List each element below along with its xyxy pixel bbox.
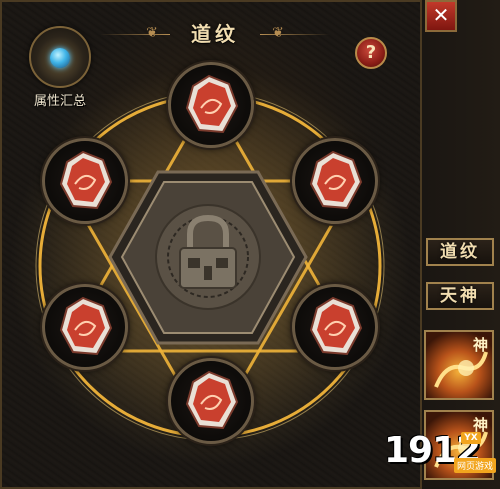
rune-crystal-icon [59, 296, 113, 356]
watermark-subtitle: 网页游戏 [454, 458, 497, 473]
god-card-1[interactable]: 神 [424, 330, 494, 400]
rune-crystal-icon [309, 150, 363, 210]
orb-gem [50, 48, 70, 68]
rune-crystal-icon [185, 370, 239, 430]
title-curl-right-icon: ❦ [272, 25, 284, 41]
close-button[interactable]: ✕ [425, 0, 457, 32]
rune-slot-bottom[interactable] [168, 358, 254, 444]
title-bar: ❦ 道纹 ❦ [100, 14, 330, 50]
title-ornament-right [260, 34, 330, 35]
rune-crystal-icon [185, 74, 239, 134]
rune-slot-upper-right[interactable] [292, 138, 378, 224]
watermark-badge: YX [461, 432, 481, 444]
god-card-label: 神 [472, 336, 488, 354]
center-lock[interactable] [108, 170, 308, 345]
title-curl-left-icon: ❦ [146, 25, 158, 41]
rune-slot-top[interactable] [168, 62, 254, 148]
rune-slot-upper-left[interactable] [42, 138, 128, 224]
rune-crystal-icon [59, 150, 113, 210]
rune-crystal-icon [309, 296, 363, 356]
tab-tianshen[interactable]: 天神 [426, 282, 494, 310]
attribute-summary-label: 属性汇总 [33, 94, 86, 109]
rune-slot-lower-right[interactable] [292, 284, 378, 370]
help-button[interactable]: ? [355, 37, 387, 69]
site-watermark: 1912 YX 网页游戏 [384, 420, 500, 482]
page-title: 道纹 [191, 21, 239, 46]
tab-daowen[interactable]: 道纹 [426, 238, 494, 266]
dragon-orb-icon [29, 26, 91, 88]
rune-slot-lower-left[interactable] [42, 284, 128, 370]
attribute-summary-button[interactable]: 属性汇总 [24, 26, 96, 112]
